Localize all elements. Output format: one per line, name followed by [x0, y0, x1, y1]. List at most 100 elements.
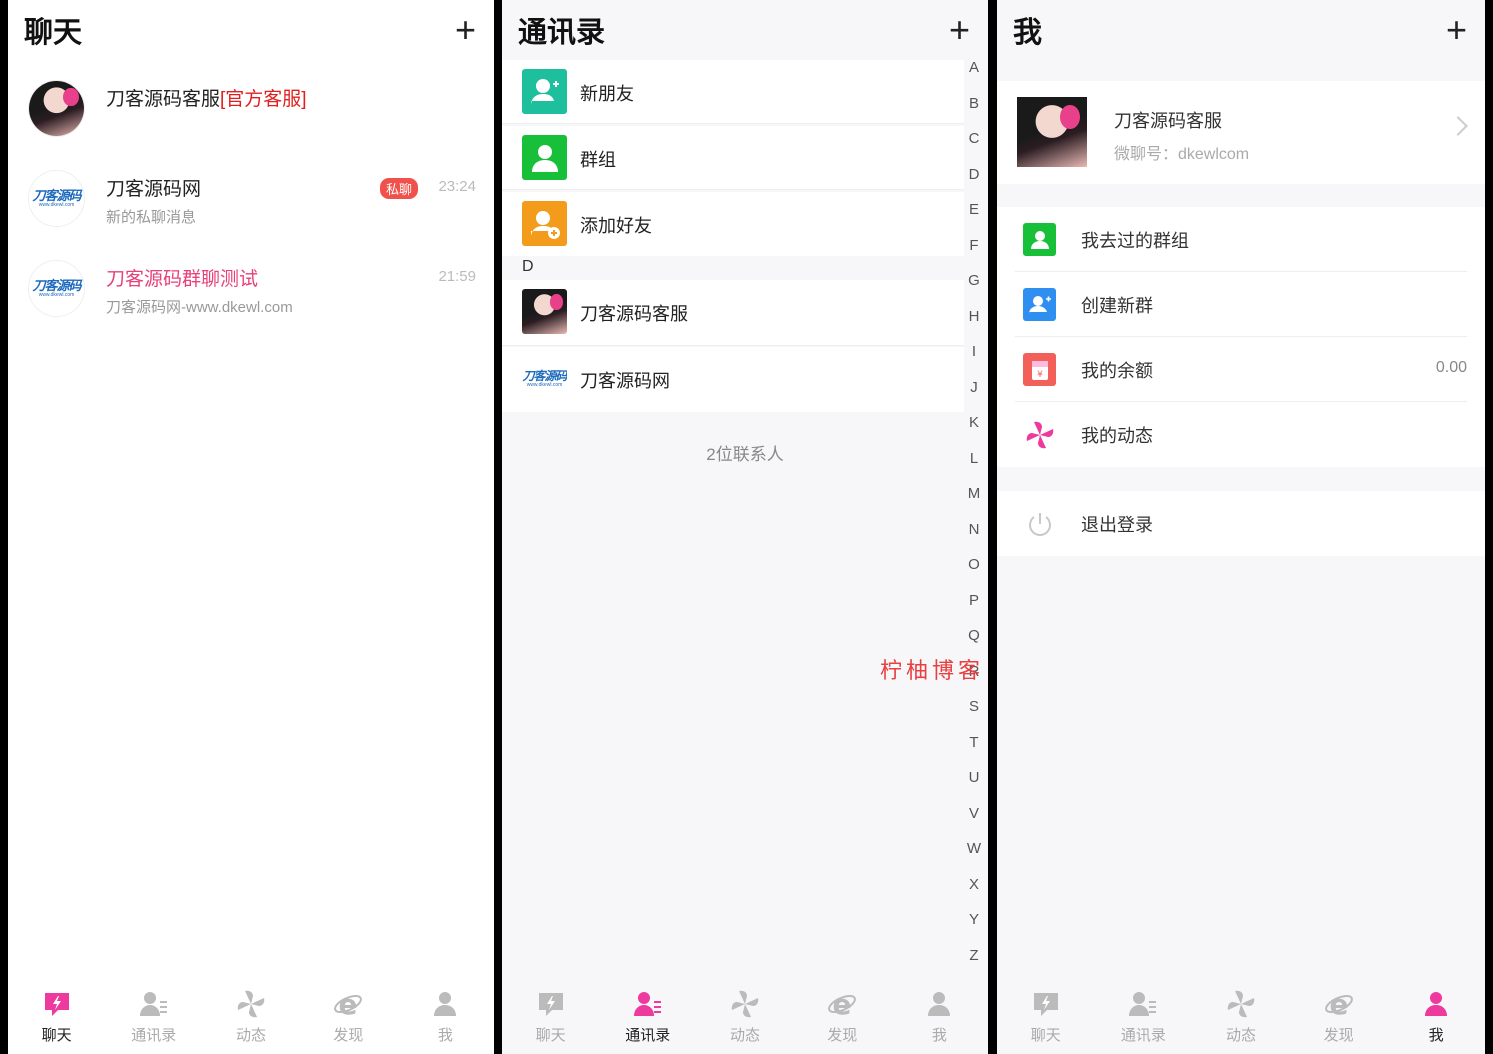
menu-item-my-moments[interactable]: 我的动态 — [997, 402, 1485, 467]
avatar: 刀客源码 www.dkewl.com — [28, 260, 85, 317]
chat-item[interactable]: 刀客源码 www.dkewl.com 刀客源码群聊测试 刀客源码网-www.dke… — [8, 248, 494, 328]
index-letter[interactable]: A — [964, 60, 984, 96]
logout-group: 退出登录 — [997, 491, 1485, 556]
tab-label: 动态 — [1225, 1027, 1256, 1044]
index-letter[interactable]: X — [964, 876, 984, 913]
index-letter[interactable]: L — [964, 450, 984, 487]
tab-bar: 聊天 通讯录 动态 e 发现 我 — [502, 980, 988, 1054]
chat-name: 刀客源码群聊测试 — [106, 269, 259, 290]
profile-card[interactable]: 刀客源码客服 微聊号：dkewlcom — [997, 81, 1485, 184]
browser-e-icon: e — [826, 988, 858, 1020]
chat-item[interactable]: 刀客源码客服[官方客服] — [8, 68, 494, 148]
plus-icon[interactable]: + — [949, 12, 970, 48]
tab-me[interactable]: 我 — [397, 980, 494, 1054]
tab-label: 我 — [1428, 1027, 1444, 1044]
index-letter[interactable]: C — [964, 131, 984, 167]
index-letter[interactable]: D — [964, 166, 984, 203]
logo-text: 刀客源码 — [522, 368, 567, 383]
plus-icon[interactable]: + — [1446, 12, 1467, 48]
add-friend-row[interactable]: 添加好友 — [502, 192, 964, 256]
index-letter[interactable]: Y — [964, 912, 984, 948]
pinwheel-icon — [729, 988, 761, 1020]
tab-chat[interactable]: 聊天 — [8, 980, 105, 1054]
alphabet-index[interactable]: ABCDEFGHIJKLMNOPQRSTUVWXYZ — [964, 60, 984, 983]
tab-moments[interactable]: 动态 — [1192, 980, 1290, 1054]
index-letter[interactable]: Z — [964, 947, 984, 984]
logout-button[interactable]: 退出登录 — [997, 491, 1485, 556]
index-letter[interactable]: H — [964, 308, 984, 345]
chat-screen: 聊天 + 刀客源码客服[官方客服] 刀客源码 www.dkewl.com 刀客源码… — [8, 0, 494, 1054]
logo-sub: www.dkewl.com — [526, 381, 563, 388]
index-letter[interactable]: O — [964, 557, 984, 593]
index-letter[interactable]: E — [964, 202, 984, 238]
me-screen: 我 + 刀客源码客服 微聊号：dkewlcom 我去过的群组 创建新群 ¥ 我的… — [997, 0, 1485, 1054]
chat-bolt-icon — [41, 988, 73, 1020]
menu-item-balance[interactable]: ¥ 我的余额 0.00 — [997, 337, 1485, 402]
chat-header: 聊天 + — [8, 0, 494, 60]
row-label: 刀客源码网 — [580, 371, 670, 391]
tab-label: 发现 — [827, 1027, 858, 1044]
group-visited-icon — [1023, 223, 1056, 256]
index-letter[interactable]: B — [964, 95, 984, 132]
index-letter[interactable]: U — [964, 770, 984, 806]
menu-item-create-group[interactable]: 创建新群 — [997, 272, 1485, 337]
row-label: 添加好友 — [580, 216, 652, 236]
tab-label: 聊天 — [1030, 1027, 1061, 1044]
index-letter[interactable]: W — [964, 841, 984, 877]
tab-label: 通讯录 — [625, 1027, 671, 1044]
tab-me[interactable]: 我 — [891, 980, 988, 1054]
tab-discover[interactable]: e 发现 — [1290, 980, 1388, 1054]
tab-chat[interactable]: 聊天 — [502, 980, 599, 1054]
tab-contacts[interactable]: 通讯录 — [105, 980, 202, 1054]
menu-item-visited-groups[interactable]: 我去过的群组 — [997, 207, 1485, 272]
index-letter[interactable]: G — [964, 273, 984, 309]
contacts-icon — [138, 988, 170, 1020]
chat-name: 刀客源码客服 — [106, 89, 221, 110]
index-letter[interactable]: N — [964, 521, 984, 558]
groups-row[interactable]: 群组 — [502, 126, 964, 190]
watermark: 柠柚博客 — [880, 659, 985, 684]
chat-item[interactable]: 刀客源码 www.dkewl.com 刀客源码网 新的私聊消息 私聊 23:24 — [8, 158, 494, 238]
tab-me[interactable]: 我 — [1387, 980, 1485, 1054]
pinwheel-icon — [1225, 988, 1257, 1020]
menu-label: 我去过的群组 — [1081, 231, 1189, 251]
tab-contacts[interactable]: 通讯录 — [599, 980, 696, 1054]
index-letter[interactable]: K — [964, 415, 984, 451]
tab-chat[interactable]: 聊天 — [997, 980, 1095, 1054]
index-letter[interactable]: V — [964, 805, 984, 842]
plus-icon[interactable]: + — [455, 12, 476, 48]
tab-discover[interactable]: e 发现 — [300, 980, 397, 1054]
index-letter[interactable]: I — [964, 344, 984, 380]
contacts-screen: 通讯录 + 新朋友 群组 添加好友 D 刀客源码客服 刀客源码 www.dkewl… — [502, 0, 988, 1054]
group-icon — [522, 135, 567, 180]
browser-e-icon: e — [332, 988, 364, 1020]
add-friend-icon — [522, 201, 567, 246]
index-letter[interactable]: J — [964, 379, 984, 416]
chat-bolt-icon — [535, 988, 567, 1020]
avatar — [1017, 97, 1087, 167]
index-letter[interactable]: F — [964, 237, 984, 274]
index-letter[interactable]: P — [964, 592, 984, 629]
tab-label: 通讯录 — [131, 1027, 177, 1044]
chat-preview: 刀客源码网-www.dkewl.com — [106, 299, 293, 316]
new-friends-row[interactable]: 新朋友 — [502, 60, 964, 124]
tab-label: 发现 — [333, 1027, 364, 1044]
tab-discover[interactable]: e 发现 — [794, 980, 891, 1054]
contact-row[interactable]: 刀客源码客服 — [502, 280, 964, 346]
index-letter[interactable]: S — [964, 699, 984, 735]
tab-contacts[interactable]: 通讯录 — [1095, 980, 1193, 1054]
tab-label: 聊天 — [535, 1027, 566, 1044]
person-icon — [429, 988, 461, 1020]
tab-moments[interactable]: 动态 — [202, 980, 299, 1054]
status-badge: 私聊 — [379, 178, 418, 199]
add-person-icon — [522, 69, 567, 114]
contacts-header: 通讯录 + — [502, 0, 988, 60]
person-icon — [1420, 988, 1452, 1020]
wechat-id: 微聊号：dkewlcom — [1114, 146, 1250, 163]
index-letter[interactable]: M — [964, 486, 984, 522]
tab-label: 发现 — [1323, 1027, 1354, 1044]
index-letter[interactable]: T — [964, 734, 984, 771]
tab-moments[interactable]: 动态 — [696, 980, 793, 1054]
contact-row[interactable]: 刀客源码 www.dkewl.com 刀客源码网 — [502, 347, 964, 412]
page-title: 我 — [1013, 17, 1043, 49]
